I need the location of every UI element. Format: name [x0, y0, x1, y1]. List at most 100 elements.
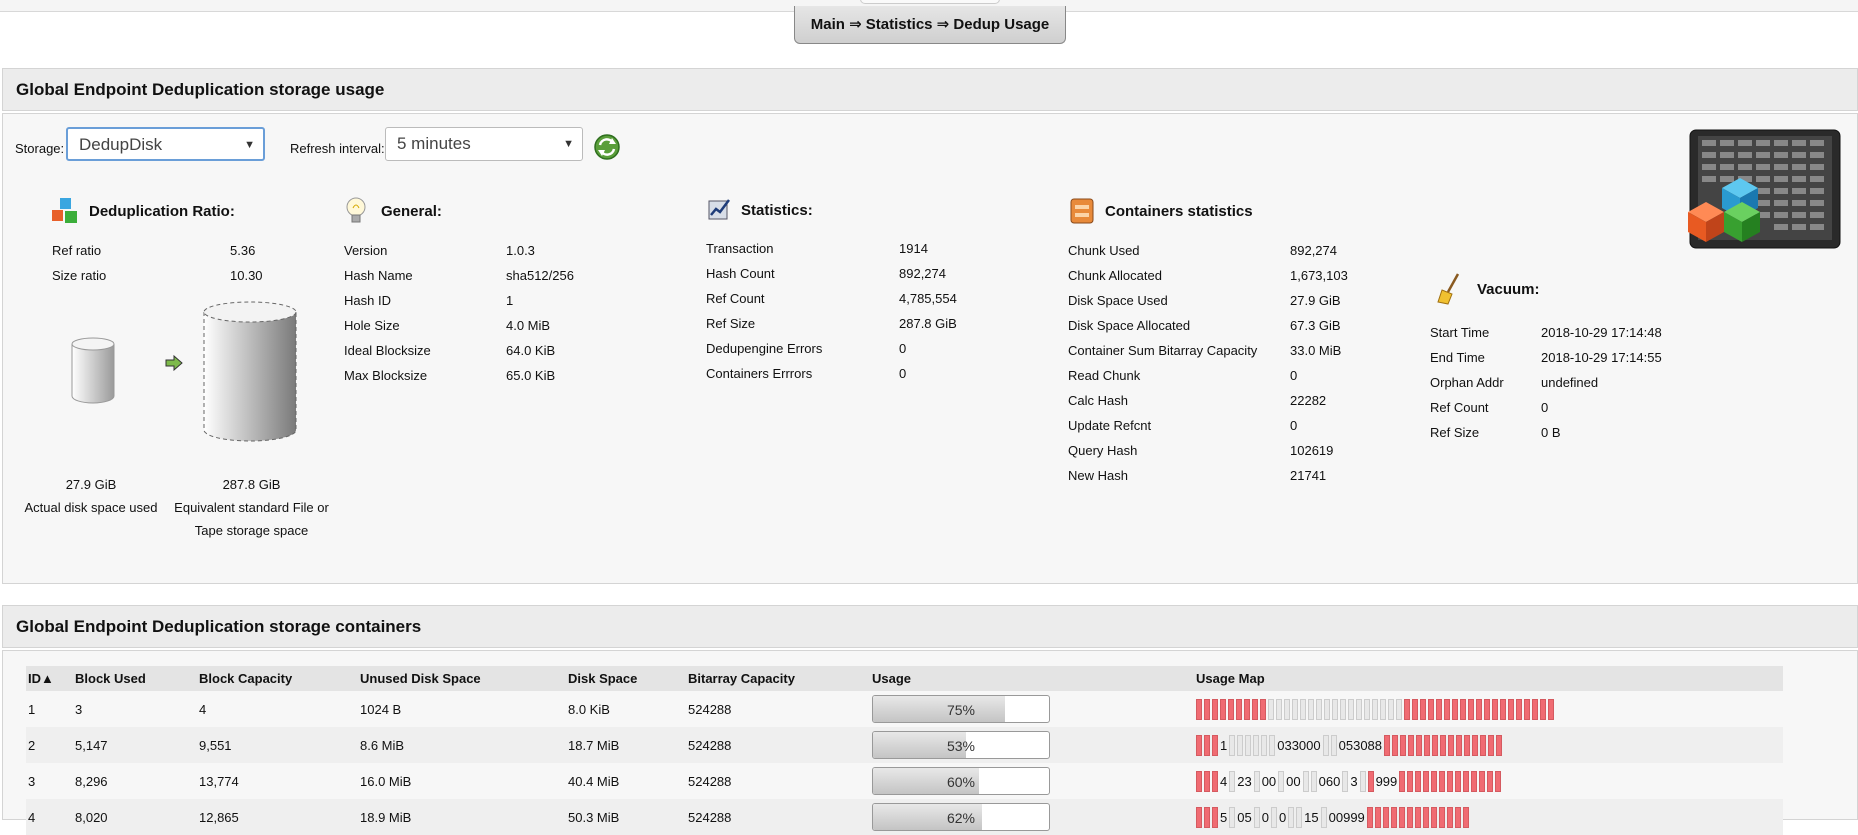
usage-map-free-block: [1364, 698, 1370, 720]
usage-map-used-block: [1204, 806, 1210, 828]
cell-unused-disk-space: 16.0 MiB: [360, 773, 412, 789]
kv-value: 0: [899, 366, 907, 381]
dedup-ratio-title: Deduplication Ratio:: [89, 203, 235, 220]
kv-value: 2018-10-29 17:14:48: [1541, 325, 1662, 340]
vacuum-title: Vacuum:: [1477, 281, 1540, 298]
top-search-pill[interactable]: [860, 0, 1000, 4]
cell-usage-map: 5 05 0 0 15 00999: [1194, 799, 1783, 835]
cell-usage-map: 1 033000 053088: [1194, 727, 1783, 763]
column-header-unused-disk-space[interactable]: Unused Disk Space: [358, 666, 566, 691]
usage-map-free-block: [1302, 770, 1309, 792]
usage-map-used-block: [1415, 770, 1422, 792]
column-header-block-capacity[interactable]: Block Capacity: [197, 666, 358, 691]
kv-value: 287.8 GiB: [899, 316, 957, 331]
column-header-block-used[interactable]: Block Used: [73, 666, 197, 691]
kv-value: 1,673,103: [1290, 268, 1348, 283]
cell-block-used: 3: [75, 701, 83, 717]
refresh-label: Refresh interval:: [290, 141, 385, 156]
usage-map-used-block: [1392, 734, 1399, 756]
usage-map-used-block: [1196, 734, 1202, 756]
usage-map-used-block: [1196, 770, 1202, 792]
usage-map-used-block: [1492, 698, 1498, 720]
kv-label: Ref Count: [1430, 400, 1489, 415]
kv-value: 10.30: [230, 268, 263, 283]
usage-map-used-block: [1398, 806, 1405, 828]
usage-map-free-block: [1308, 698, 1314, 720]
usage-map-used-block: [1404, 698, 1410, 720]
kv-label: New Hash: [1068, 468, 1128, 483]
kv-value: 22282: [1290, 393, 1327, 408]
usage-map-free-block: [1320, 806, 1327, 828]
cell-block-used: 5,147: [73, 727, 197, 763]
usage-map-used-block: [1204, 698, 1210, 720]
kv-value: 33.0 MiB: [1290, 343, 1342, 358]
usage-map-free-block: [1316, 698, 1322, 720]
usage-map-free-block: [1245, 734, 1252, 756]
kv-value: 1: [506, 293, 514, 308]
equivalent-size: 287.8 GiB: [222, 477, 281, 492]
usage-map-used-block: [1468, 698, 1474, 720]
storage-select[interactable]: DedupDisk ▼: [66, 127, 265, 161]
usage-map-used-block: [1400, 734, 1407, 756]
panel-containers-header[interactable]: Global Endpoint Deduplication storage co…: [2, 605, 1858, 648]
usage-map-label: 999: [1375, 773, 1398, 789]
cell-bitarray-capacity: 524288: [686, 727, 870, 763]
usage-map-used-block: [1390, 806, 1397, 828]
refresh-icon[interactable]: [593, 133, 621, 164]
usage-map-free-block: [1268, 698, 1274, 720]
usage-map-label: 1: [1220, 737, 1228, 753]
cell-usage: 60%: [870, 763, 1194, 799]
usage-map-free-block: [1300, 698, 1306, 720]
column-header-disk-space[interactable]: Disk Space: [566, 666, 686, 691]
usage-map-free-block: [1340, 698, 1346, 720]
kv-label: Orphan Addr: [1430, 375, 1504, 390]
usage-map-used-block: [1548, 698, 1554, 720]
table-row[interactable]: 1 3 4 1024 B 8.0 KiB 524288 75%: [26, 691, 1783, 727]
equivalent-caption-line2: Tape storage space: [194, 523, 309, 538]
usage-map-used-block: [1252, 698, 1258, 720]
column-header-id[interactable]: ID▲: [26, 666, 73, 691]
usage-map-label: 053088: [1338, 737, 1383, 753]
table-row[interactable]: 2 5,147 9,551 8.6 MiB 18.7 MiB 524288 53% 1 0330…: [26, 727, 1783, 763]
breadcrumb[interactable]: Main ⇒ Statistics ⇒ Dedup Usage: [794, 6, 1066, 44]
usage-map-label: 0: [1261, 809, 1269, 825]
usage-map-used-block: [1382, 806, 1389, 828]
usage-map-free-block: [1388, 698, 1394, 720]
usage-map-used-block: [1446, 806, 1453, 828]
usage-map-used-block: [1212, 734, 1218, 756]
table-row[interactable]: 3 8,296 13,774 16.0 MiB 40.4 MiB 524288 60% 4 23…: [26, 763, 1783, 799]
column-header-bitarray-capacity[interactable]: Bitarray Capacity: [686, 666, 870, 691]
cell-usage-map: [1194, 691, 1783, 727]
usage-map-label: 00999: [1328, 809, 1365, 825]
usage-map-used-block: [1428, 698, 1434, 720]
usage-map-used-block: [1412, 698, 1418, 720]
cell-bitarray-capacity: 524288: [688, 773, 732, 789]
usage-map-free-block: [1359, 770, 1366, 792]
column-header-usage-map[interactable]: Usage Map: [1194, 666, 1783, 691]
cell-id: 4: [26, 799, 73, 835]
kv-label: Update Refcnt: [1068, 418, 1152, 433]
usage-map-free-block: [1229, 770, 1236, 792]
panel-usage-header[interactable]: Global Endpoint Deduplication storage us…: [2, 68, 1858, 111]
usage-map-used-block: [1244, 698, 1250, 720]
usage-map-used-block: [1212, 770, 1218, 792]
cell-unused-disk-space: 1024 B: [360, 701, 402, 717]
kv-label: Disk Space Used: [1068, 293, 1168, 308]
kv-label: Hole Size: [344, 318, 400, 333]
usage-map-free-block: [1330, 734, 1337, 756]
kv-label: Container Sum Bitarray Capacity: [1068, 343, 1258, 358]
usage-map-free-block: [1253, 770, 1260, 792]
table-row[interactable]: 4 8,020 12,865 18.9 MiB 50.3 MiB 524288 62% 5 05…: [26, 799, 1783, 835]
storage-server-icon: [1684, 126, 1846, 261]
kv-value: 0: [899, 341, 907, 356]
actual-disk-size: 27.9 GiB: [65, 477, 117, 492]
cell-bitarray-capacity: 524288: [688, 701, 732, 717]
usage-map-used-block: [1212, 806, 1218, 828]
refresh-select[interactable]: 5 minutes ▼: [385, 127, 583, 161]
storage-label: Storage:: [15, 141, 65, 156]
table-header-row: ID▲ Block Used Block Capacity Unused Dis…: [26, 666, 1783, 691]
column-header-usage[interactable]: Usage: [870, 666, 1194, 691]
usage-map-free-block: [1284, 698, 1290, 720]
kv-value: undefined: [1541, 375, 1599, 390]
usage-map-used-block: [1500, 698, 1506, 720]
